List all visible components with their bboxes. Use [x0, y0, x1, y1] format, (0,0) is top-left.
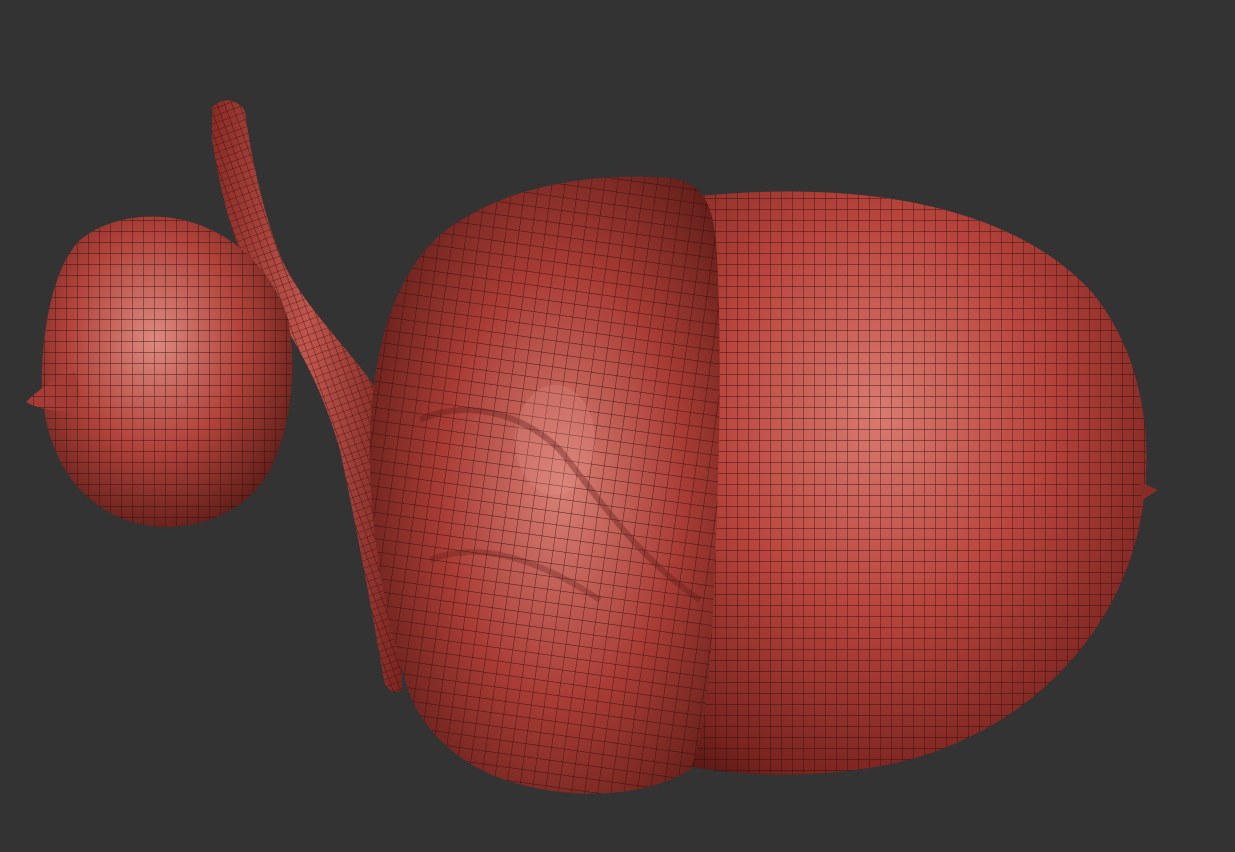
small-acorn[interactable]	[26, 216, 293, 528]
acorn-cap[interactable]	[369, 176, 720, 794]
acorn-nut[interactable]	[650, 180, 1170, 790]
viewport-canvas[interactable]	[0, 0, 1235, 852]
zbrush-viewport[interactable]	[0, 0, 1235, 852]
